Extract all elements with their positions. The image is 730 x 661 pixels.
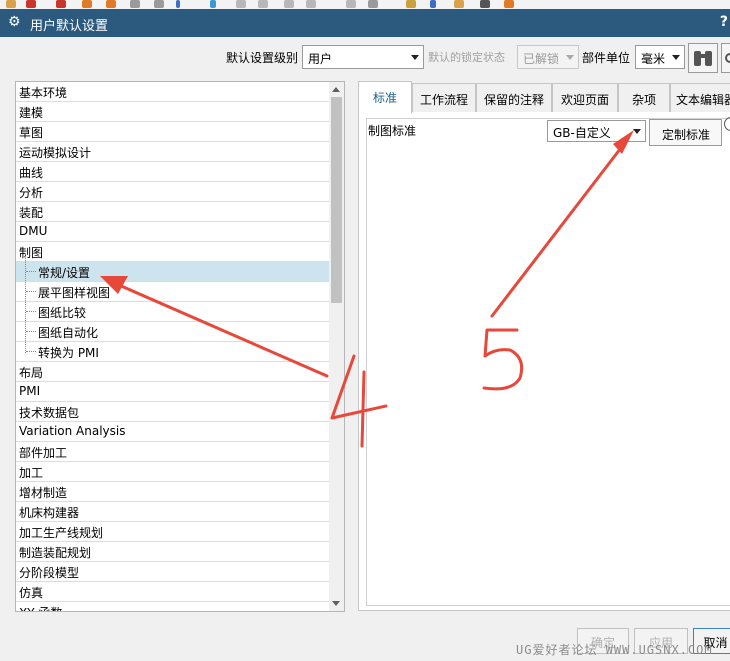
watermark: UG爱好者论坛 WWW.UGSNX.COM	[516, 643, 713, 657]
annotation-digit-5	[482, 328, 524, 391]
annotation-arrow-5	[490, 130, 634, 318]
tab-label: 标准	[372, 91, 397, 105]
annotation-digit-4	[330, 354, 388, 448]
tab-standard[interactable]: 标准	[358, 81, 412, 113]
annotation-arrow-4	[100, 276, 329, 378]
